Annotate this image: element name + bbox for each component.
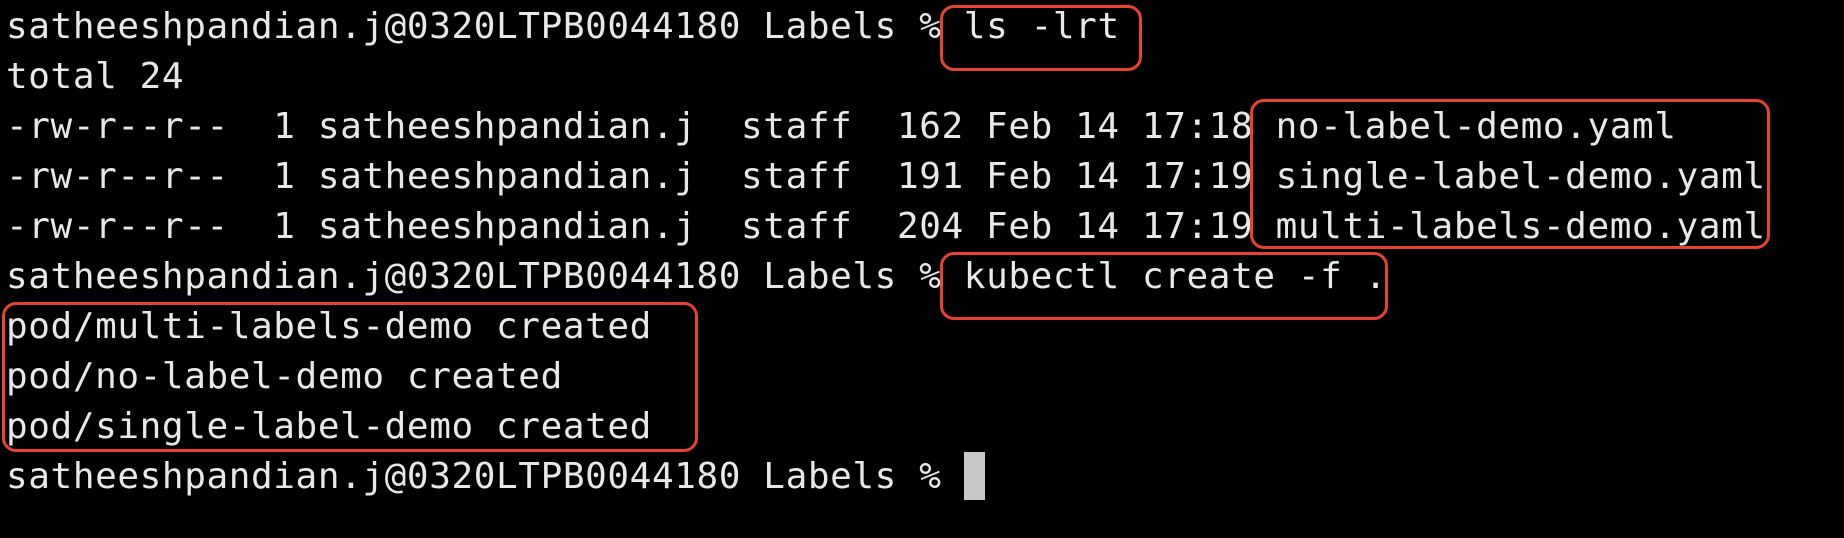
file-meta: -rw-r--r-- 1 satheeshpandian.j staff 191…	[6, 156, 1254, 197]
output-line: total 24	[6, 56, 185, 97]
highlight-box-file-names	[1250, 99, 1770, 249]
file-meta: -rw-r--r-- 1 satheeshpandian.j staff 162…	[6, 106, 1254, 147]
file-meta: -rw-r--r-- 1 satheeshpandian.j staff 204…	[6, 206, 1254, 247]
shell-prompt: satheeshpandian.j@0320LTPB0044180 Labels…	[6, 456, 942, 497]
shell-prompt: satheeshpandian.j@0320LTPB0044180 Labels…	[6, 256, 942, 297]
shell-prompt: satheeshpandian.j@0320LTPB0044180 Labels…	[6, 6, 942, 47]
highlight-box-kubectl-command	[940, 252, 1388, 320]
command-line[interactable]: satheeshpandian.j@0320LTPB0044180 Labels…	[6, 452, 985, 502]
highlight-box-created-output	[2, 302, 698, 452]
terminal-window[interactable]: satheeshpandian.j@0320LTPB0044180 Labels…	[0, 0, 1844, 538]
text-cursor	[963, 452, 985, 500]
highlight-box-ls-command	[940, 5, 1142, 71]
